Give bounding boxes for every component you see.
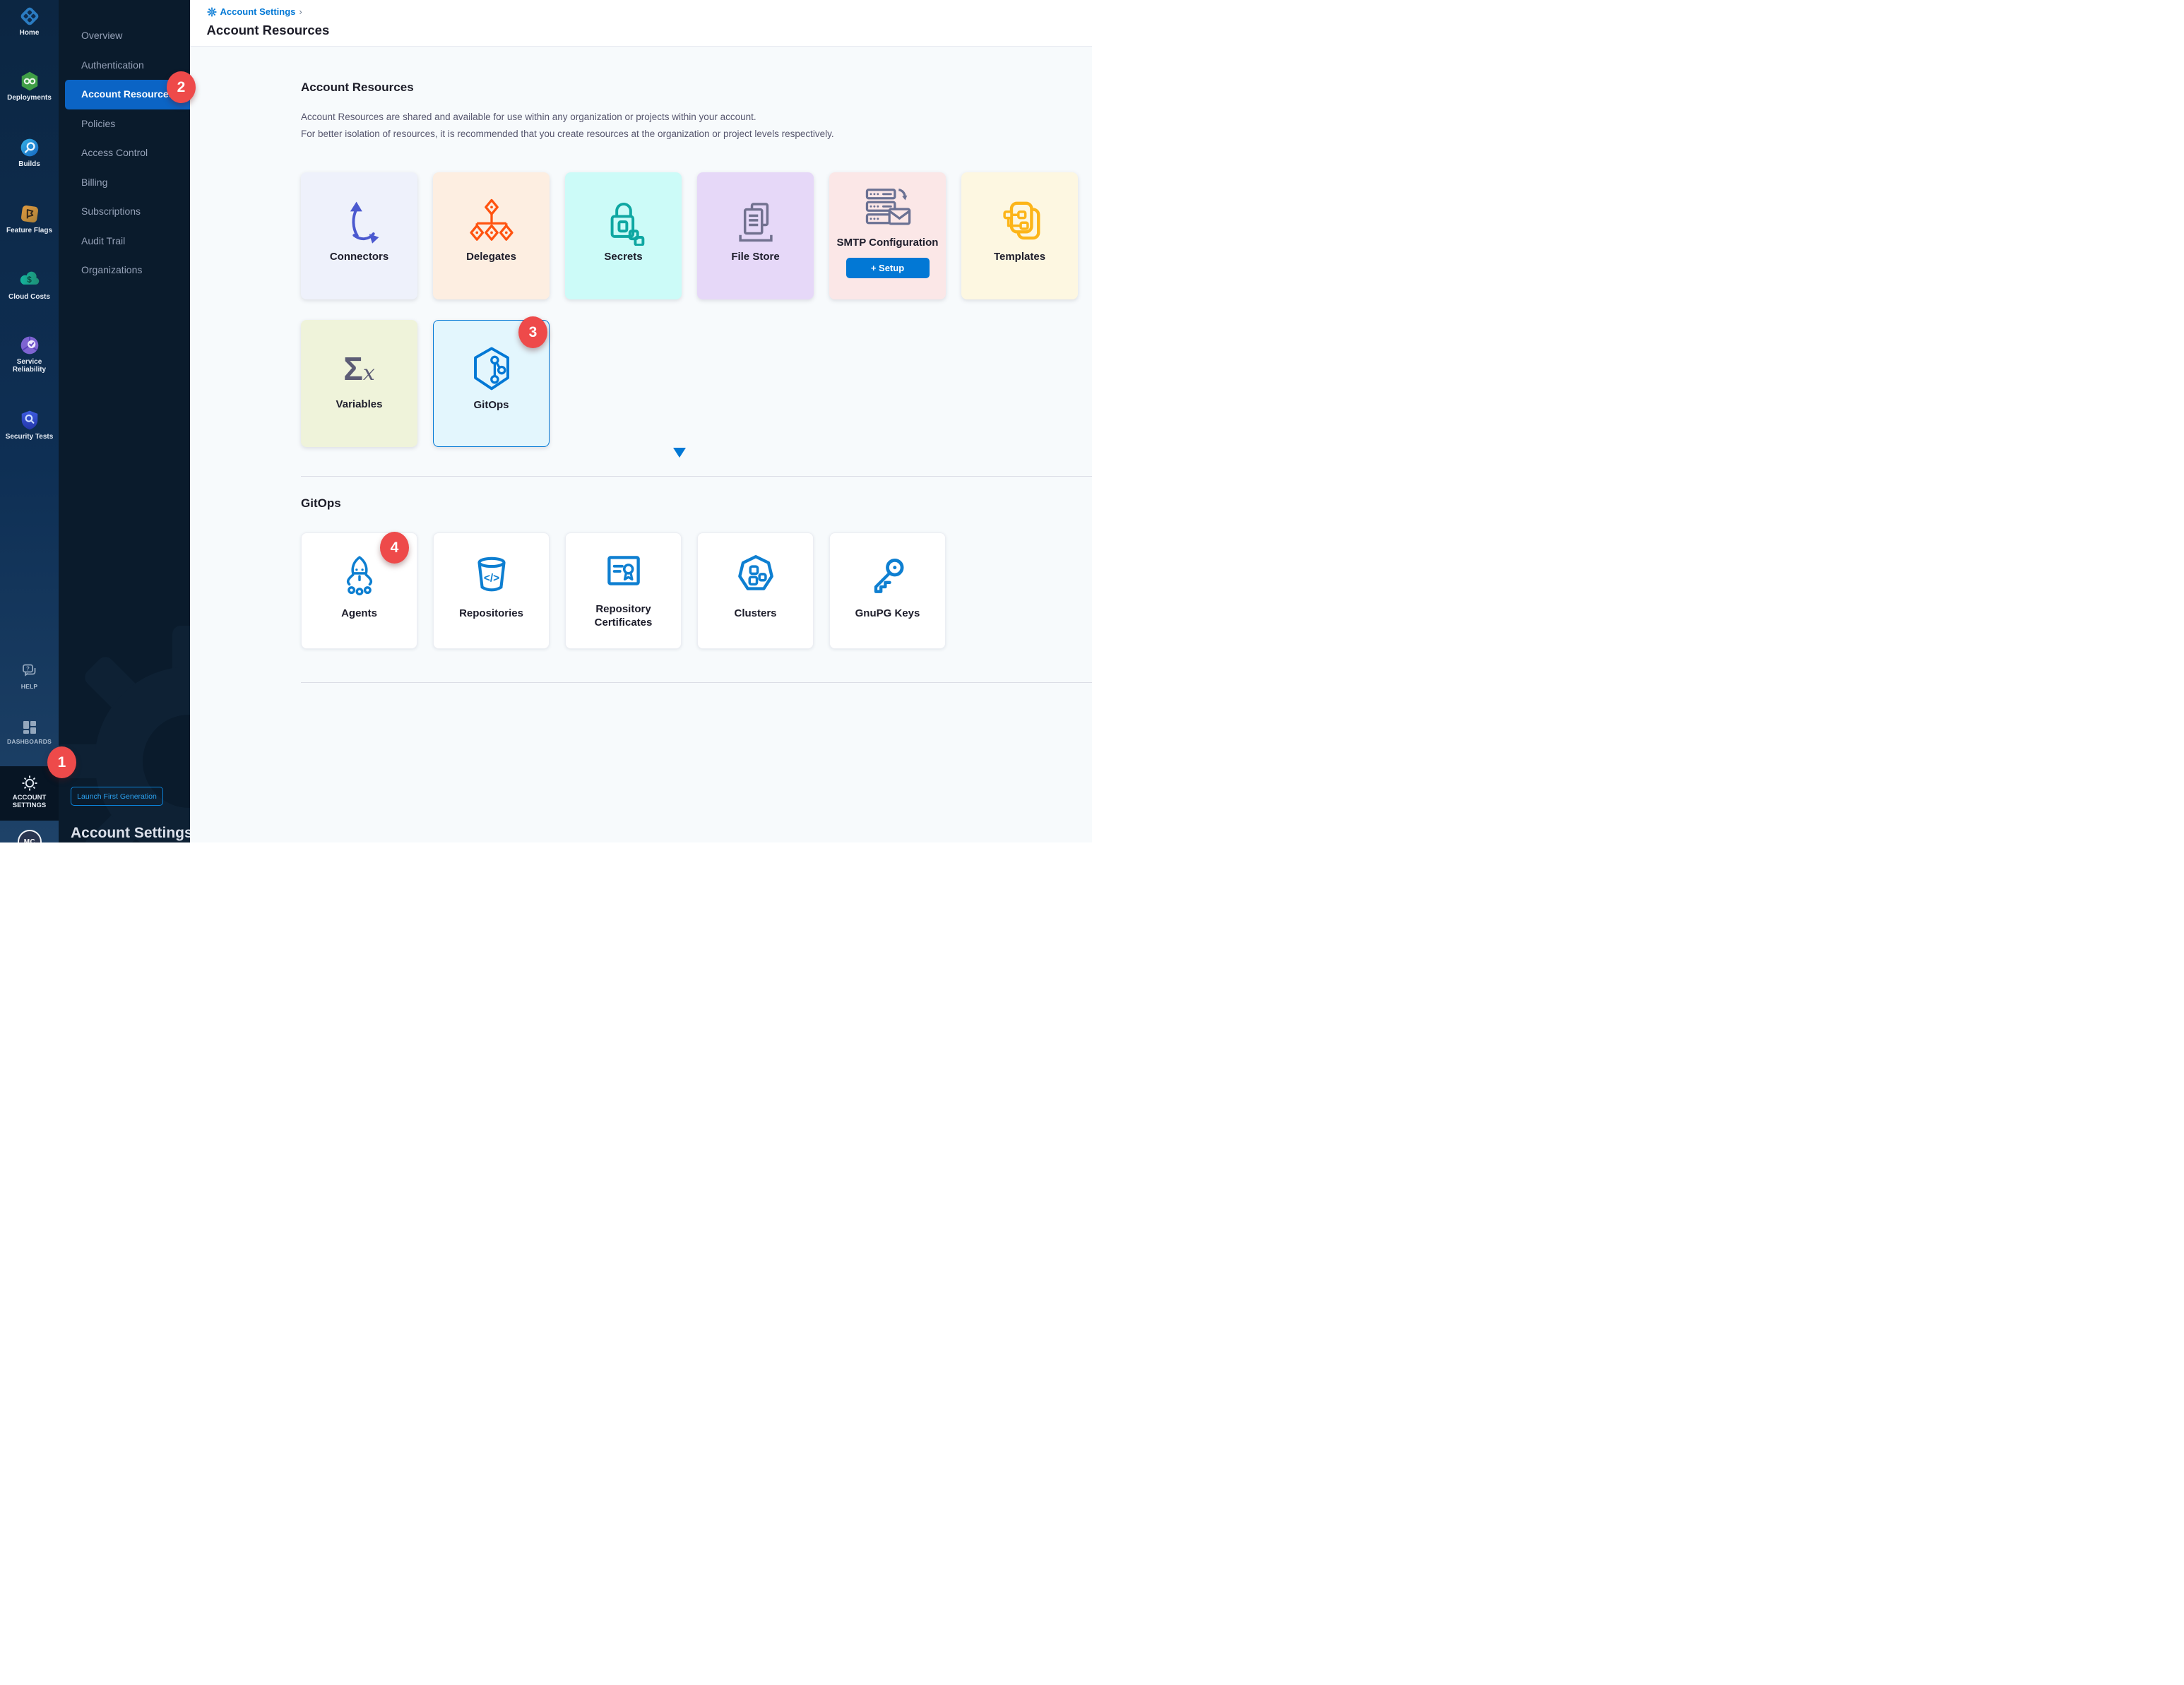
content-area: Account Resources Account Resources are … xyxy=(190,47,1093,842)
gitops-pointer-arrow xyxy=(673,448,686,458)
section-divider-bottom xyxy=(301,682,1092,683)
templates-icon xyxy=(995,192,1045,250)
description-line-2: For better isolation of resources, it is… xyxy=(301,129,834,139)
feature-flags-icon xyxy=(19,203,40,225)
sidebar-nav: Overview Authentication Account Resource… xyxy=(59,21,190,285)
breadcrumb-link[interactable]: Account Settings xyxy=(220,6,296,17)
smtp-configuration-icon xyxy=(863,181,913,236)
card-secrets[interactable]: Secrets xyxy=(565,172,682,299)
agents-icon xyxy=(336,549,383,602)
gitops-icon xyxy=(467,340,516,398)
svg-text:?: ? xyxy=(26,666,30,672)
breadcrumb[interactable]: Account Settings › xyxy=(207,6,302,17)
sidebar-item-audit-trail[interactable]: Audit Trail xyxy=(59,227,190,256)
gear-watermark-icon xyxy=(59,620,190,842)
rail-item-builds[interactable]: Builds xyxy=(0,137,59,168)
rail-item-security-tests[interactable]: Security Tests xyxy=(0,410,59,441)
resource-cards-row-1: Connectors Delegates Secrets xyxy=(301,172,1078,299)
security-tests-icon xyxy=(19,410,40,431)
file-store-icon xyxy=(731,192,781,250)
avatar[interactable]: MC xyxy=(18,830,42,842)
rail-item-cloud-costs[interactable]: $ Cloud Costs xyxy=(0,270,59,301)
section-description: Account Resources are shared and availab… xyxy=(301,109,834,143)
dashboards-icon xyxy=(21,719,38,736)
main-content: Account Settings › Account Resources Acc… xyxy=(190,0,1093,842)
rail-item-feature-flags[interactable]: Feature Flags xyxy=(0,203,59,234)
page-title: Account Resources xyxy=(207,23,330,38)
section-divider-top xyxy=(301,476,1092,477)
card-gnupg-keys[interactable]: GnuPG Keys xyxy=(829,532,946,650)
breadcrumb-chevron: › xyxy=(299,6,302,17)
card-variables[interactable]: Σx Variables xyxy=(301,320,417,447)
card-repository-certificates[interactable]: Repository Certificates xyxy=(565,532,682,650)
gear-icon xyxy=(21,775,38,792)
sidebar-item-policies[interactable]: Policies xyxy=(59,109,190,139)
sidebar-item-access-control[interactable]: Access Control xyxy=(59,138,190,168)
card-templates[interactable]: Templates xyxy=(961,172,1078,299)
account-settings-sidebar: Overview Authentication Account Resource… xyxy=(59,0,190,842)
section-title: Account Resources xyxy=(301,81,414,95)
cloud-costs-icon: $ xyxy=(19,270,40,291)
rail-item-dashboards[interactable]: DASHBOARDS xyxy=(0,719,59,746)
breadcrumb-gear-icon xyxy=(207,7,217,17)
card-delegates[interactable]: Delegates xyxy=(433,172,550,299)
resource-cards-row-2: Σx Variables GitOps xyxy=(301,320,550,447)
svg-text:</>: </> xyxy=(483,572,499,584)
rail-item-help[interactable]: ? HELP xyxy=(0,662,59,691)
deployments-icon xyxy=(19,71,40,92)
card-smtp-configuration[interactable]: SMTP Configuration + Setup xyxy=(829,172,946,299)
sidebar-item-authentication[interactable]: Authentication xyxy=(59,51,190,81)
variables-icon: Σx xyxy=(343,340,375,398)
annotation-badge-1: 1 xyxy=(47,746,76,778)
secrets-icon xyxy=(599,192,648,250)
repositories-icon: </> xyxy=(468,549,515,602)
delegates-icon xyxy=(467,192,516,250)
svg-text:$: $ xyxy=(27,275,32,285)
sidebar-item-subscriptions[interactable]: Subscriptions xyxy=(59,197,190,227)
sidebar-footer-title: Account Settings xyxy=(71,825,190,842)
annotation-badge-2: 2 xyxy=(167,71,196,103)
rail-item-deployments[interactable]: Deployments xyxy=(0,71,59,102)
page-header: Account Settings › Account Resources xyxy=(190,0,1093,47)
annotation-badge-4: 4 xyxy=(380,532,409,564)
builds-icon xyxy=(19,137,40,158)
launch-first-generation-button[interactable]: Launch First Generation xyxy=(71,787,163,806)
card-file-store[interactable]: File Store xyxy=(697,172,814,299)
service-reliability-icon xyxy=(19,335,40,356)
connectors-icon xyxy=(335,192,384,250)
sidebar-item-overview[interactable]: Overview xyxy=(59,21,190,51)
annotation-badge-3: 3 xyxy=(518,316,547,348)
rail-item-home[interactable]: Home xyxy=(0,6,59,37)
sidebar-item-billing[interactable]: Billing xyxy=(59,168,190,198)
card-clusters[interactable]: Clusters xyxy=(697,532,814,650)
rail-item-service-reliability[interactable]: Service Reliability xyxy=(0,335,59,374)
gnupg-keys-icon xyxy=(865,549,911,602)
card-connectors[interactable]: Connectors xyxy=(301,172,417,299)
rail-item-account-settings[interactable]: ACCOUNT SETTINGS xyxy=(0,766,59,821)
gitops-section-title: GitOps xyxy=(301,496,341,511)
sidebar-item-organizations[interactable]: Organizations xyxy=(59,256,190,285)
clusters-icon xyxy=(732,549,779,602)
home-icon xyxy=(19,6,40,27)
smtp-setup-button[interactable]: + Setup xyxy=(846,258,930,278)
card-repositories[interactable]: </> Repositories xyxy=(433,532,550,650)
description-line-1: Account Resources are shared and availab… xyxy=(301,112,756,122)
app-window: Home Deployments Builds Feature Flags $ … xyxy=(0,0,1092,842)
left-icon-rail: Home Deployments Builds Feature Flags $ … xyxy=(0,0,59,842)
help-icon: ? xyxy=(20,662,39,681)
repository-certificates-icon xyxy=(600,544,647,598)
